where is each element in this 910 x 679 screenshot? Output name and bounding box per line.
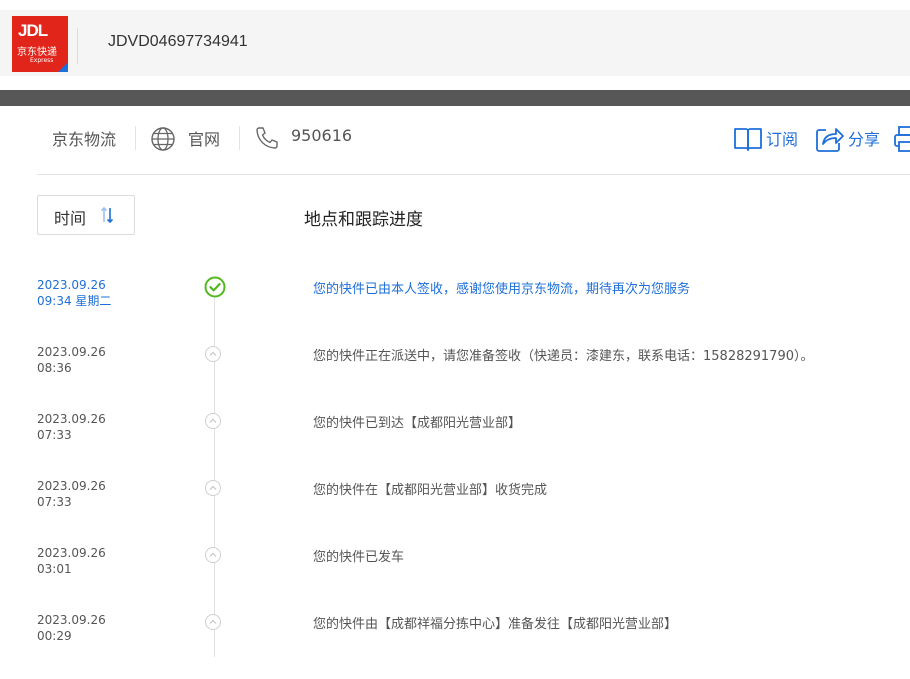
phone-icon [256, 127, 278, 149]
event-time: 03:01 [37, 562, 72, 576]
header-divider [77, 28, 78, 64]
event-datetime: 2023.09.26 09:34 星期二 [37, 277, 111, 309]
timeline-node-icon [205, 547, 221, 563]
info-divider [239, 126, 240, 150]
sort-by-time-button[interactable]: 时间 [37, 195, 135, 235]
tracking-card: 京东物流 官网 950616 订阅 分享 时间 地点和跟踪进度 2023.09.… [0, 106, 910, 657]
tracking-header: JDL 京东快递 Express JDVD04697734941 [0, 0, 910, 90]
event-datetime: 2023.09.26 08:36 [37, 344, 106, 376]
timeline-row: 2023.09.26 03:01 您的快件已发车 [0, 545, 910, 612]
book-icon[interactable] [733, 124, 763, 154]
event-date: 2023.09.26 [37, 613, 106, 627]
timeline-row: 2023.09.26 08:36 您的快件正在派送中，请您准备签收（快递员：漆建… [0, 344, 910, 411]
print-icon[interactable] [893, 124, 910, 154]
event-date: 2023.09.26 [37, 412, 106, 426]
event-time: 08:36 [37, 361, 72, 375]
sort-label: 时间 [54, 209, 87, 228]
event-date: 2023.09.26 [37, 479, 106, 493]
separator-band [0, 90, 910, 106]
event-description: 您的快件由【成都祥福分拣中心】准备发往【成都阳光营业部】 [313, 617, 678, 632]
timeline-node-icon [205, 614, 221, 630]
event-date: 2023.09.26 [37, 345, 106, 359]
event-description: 您的快件已由本人签收，感谢您使用京东物流，期待再次为您服务 [313, 282, 691, 297]
timeline-node-icon [205, 346, 221, 362]
timeline-row: 2023.09.26 09:34 星期二 您的快件已由本人签收，感谢您使用京东物… [0, 276, 910, 344]
official-website-link[interactable]: 官网 [188, 126, 220, 150]
timeline-row: 2023.09.26 07:33 您的快件在【成都阳光营业部】收货完成 [0, 478, 910, 545]
subscribe-button[interactable]: 订阅 [766, 126, 798, 150]
event-time: 00:29 [37, 629, 72, 643]
globe-icon [151, 127, 175, 151]
tracking-header-bar: JDL 京东快递 Express JDVD04697734941 [0, 10, 910, 76]
timeline-node-icon [205, 413, 221, 429]
event-description: 您的快件已到达【成都阳光营业部】 [313, 416, 522, 431]
column-title: 地点和跟踪进度 [304, 210, 423, 230]
event-datetime: 2023.09.26 03:01 [37, 545, 106, 577]
event-description: 您的快件正在派送中，请您准备签收（快递员：漆建东，联系电话：1582829179… [313, 349, 814, 364]
event-time: 07:33 [37, 495, 72, 509]
event-datetime: 2023.09.26 07:33 [37, 478, 106, 510]
timeline-row: 2023.09.26 07:33 您的快件已到达【成都阳光营业部】 [0, 411, 910, 478]
timeline-node-icon [205, 480, 221, 496]
carrier-name: 京东物流 [52, 130, 117, 149]
event-time: 09:34 星期二 [37, 294, 112, 308]
event-datetime: 2023.09.26 07:33 [37, 411, 106, 443]
logo-cn: 京东快递 [17, 47, 57, 58]
event-description: 您的快件已发车 [313, 550, 405, 565]
event-description: 您的快件在【成都阳光营业部】收货完成 [313, 483, 548, 498]
delivered-check-icon [204, 276, 226, 298]
jdl-logo: JDL 京东快递 Express [12, 16, 68, 72]
logo-corner [58, 62, 68, 72]
logo-brand: JDL [18, 21, 48, 40]
sort-arrows-icon [100, 206, 114, 224]
timeline-row: 2023.09.26 00:29 您的快件由【成都祥福分拣中心】准备发往【成都阳… [0, 612, 910, 679]
logo-en: Express [30, 57, 54, 64]
event-datetime: 2023.09.26 00:29 [37, 612, 106, 644]
tracking-number: JDVD04697734941 [108, 33, 248, 50]
share-button[interactable]: 分享 [848, 126, 880, 150]
share-icon[interactable] [815, 124, 845, 154]
info-divider [135, 126, 136, 150]
carrier-info-row: 京东物流 官网 950616 订阅 分享 [0, 106, 910, 174]
info-row-divider [37, 174, 910, 175]
customer-service-phone: 950616 [291, 126, 353, 145]
event-date: 2023.09.26 [37, 278, 106, 292]
event-time: 07:33 [37, 428, 72, 442]
event-date: 2023.09.26 [37, 546, 106, 560]
